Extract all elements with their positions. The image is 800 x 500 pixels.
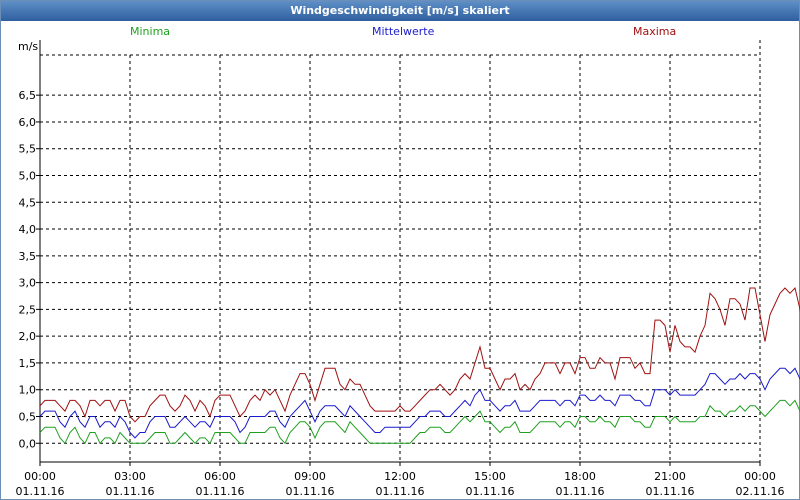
ticks: 0,0 0,5 1,0 1,5 2,0 2,5 3,0 3,5 4,0 4,5 5,0 5,5 6,0 6… bbox=[16, 89, 785, 498]
wind-speed-chart: 0,0 0,5 1,0 1,5 2,0 2,5 3,0 3,5 4,0 4,5 5,0 5,5 6,0 6… bbox=[16, 40, 800, 498]
y-tick-label: 6,0 bbox=[19, 116, 37, 129]
x-tick-time: 12:00 bbox=[384, 470, 416, 483]
series bbox=[39, 286, 800, 445]
x-tick-time: 06:00 bbox=[204, 470, 236, 483]
y-tick-label: 4,5 bbox=[19, 196, 37, 209]
x-tick-time: 03:00 bbox=[114, 470, 146, 483]
y-tick-label: 5,5 bbox=[19, 143, 37, 156]
y-tick-label: 1,5 bbox=[19, 357, 37, 370]
y-tick-label: 4,0 bbox=[19, 223, 37, 236]
x-tick-date: 02.11.16 bbox=[736, 485, 785, 498]
y-tick-label: 0,5 bbox=[19, 410, 37, 423]
y-tick-label: 2,0 bbox=[19, 330, 37, 343]
x-tick-date: 01.11.16 bbox=[376, 485, 425, 498]
x-tick-date: 01.11.16 bbox=[16, 485, 65, 498]
x-tick-time: 15:00 bbox=[474, 470, 506, 483]
y-tick-label: 6,5 bbox=[19, 89, 37, 102]
y-tick-label: 3,0 bbox=[19, 277, 37, 290]
x-tick-time: 00:00 bbox=[24, 470, 56, 483]
x-tick-date: 01.11.16 bbox=[646, 485, 695, 498]
x-tick-time: 18:00 bbox=[564, 470, 596, 483]
y-tick-label: 5,0 bbox=[19, 169, 37, 182]
x-tick-time: 00:00 bbox=[744, 470, 776, 483]
y-tick-label: 2,5 bbox=[19, 303, 37, 316]
x-tick-date: 01.11.16 bbox=[556, 485, 605, 498]
x-tick-date: 01.11.16 bbox=[466, 485, 515, 498]
minima-line bbox=[39, 399, 800, 445]
x-tick-time: 21:00 bbox=[654, 470, 686, 483]
x-tick-date: 01.11.16 bbox=[106, 485, 155, 498]
y-tick-label: 1,0 bbox=[19, 384, 37, 397]
y-tick-label: 0,0 bbox=[19, 437, 37, 450]
x-tick-date: 01.11.16 bbox=[286, 485, 335, 498]
maxima-line bbox=[39, 286, 800, 423]
x-tick-date: 01.11.16 bbox=[196, 485, 245, 498]
x-tick-time: 09:00 bbox=[294, 470, 326, 483]
y-tick-label: 3,5 bbox=[19, 250, 37, 263]
